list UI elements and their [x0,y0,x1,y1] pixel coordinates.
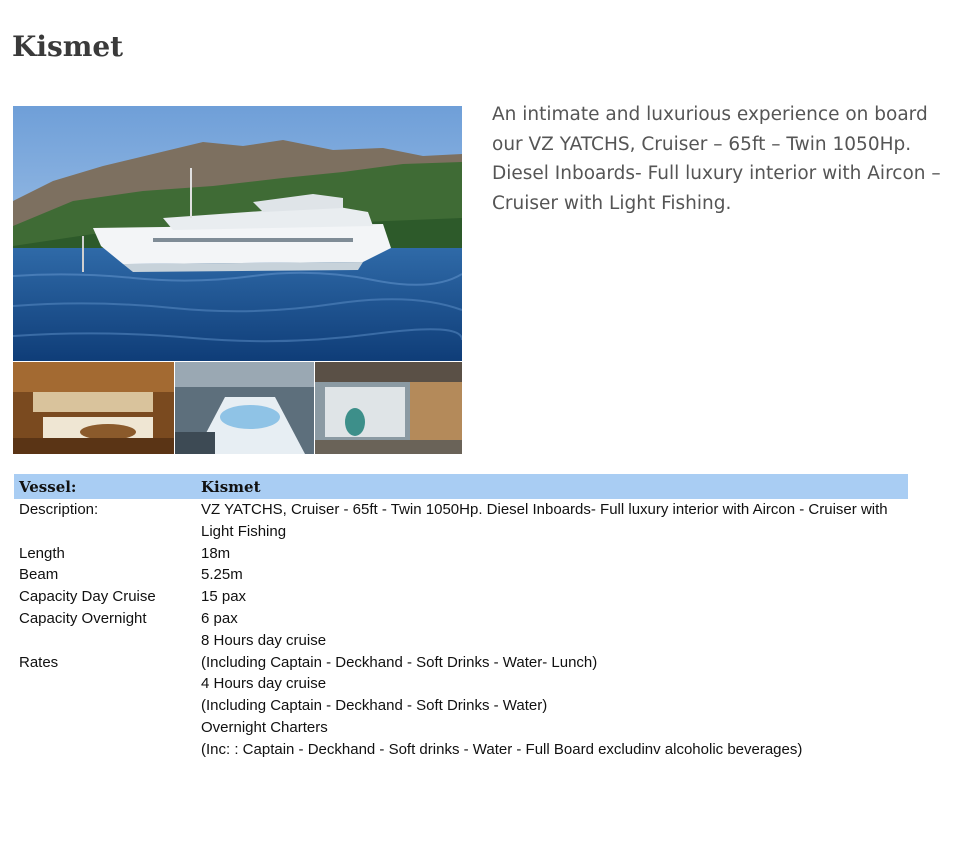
intro-paragraph: An intimate and luxurious experience on … [492,104,941,214]
page-title: Kismet [12,30,124,63]
spec-label: Capacity Overnight [19,609,147,627]
table-row: Capacity Day Cruise 15 pax [14,586,908,608]
vessel-label: Vessel: [14,474,196,499]
spec-value-line: (Including Captain - Deckhand - Soft Dri… [201,653,598,671]
spec-value-line: 4 Hours day cruise [201,675,327,693]
spec-value-line: (Inc: : Captain - Deckhand - Soft drinks… [201,740,803,758]
salon-interior-photo[interactable] [13,362,174,454]
spec-label: Beam [19,566,59,584]
spec-value: 5.25m [196,564,908,586]
table-row: Capacity Overnight 6 pax [14,608,908,630]
spec-value: 15 pax [196,586,908,608]
spec-value: VZ YATCHS, Cruiser - 65ft - Twin 1050Hp.… [196,499,908,543]
aft-deck-photo[interactable] [315,362,462,454]
yacht-photo[interactable] [13,106,462,361]
vessel-name: Kismet [196,474,908,499]
table-row: 8 Hours day cruise [14,630,908,652]
spec-label [14,630,196,652]
spec-value: (Including Captain - Deckhand - Soft Dri… [196,652,908,761]
photo-gallery [13,106,462,454]
table-row: Beam 5.25m [14,564,908,586]
spec-value-line: 8 Hours day cruise [201,631,327,649]
spec-label: Rates [19,653,59,671]
spec-value-line: Overnight Charters [201,718,328,736]
vessel-spec-table: Vessel: Kismet Description: VZ YATCHS, Cr… [14,474,908,761]
spec-value: 8 Hours day cruise [196,630,908,652]
jacuzzi-deck-photo[interactable] [175,362,314,454]
spec-label: Description: [19,501,99,518]
spec-value-line: 5.25m [201,566,243,584]
table-row: Rates (Including Captain - Deckhand - Sof… [14,652,908,761]
table-header-row: Vessel: Kismet [14,474,908,499]
spec-value-line: 6 pax [201,609,238,627]
spec-label: Length [19,544,65,562]
table-row: Description: VZ YATCHS, Cruiser - 65ft - … [14,499,908,543]
spec-value: 6 pax [196,608,908,630]
spec-value-line: VZ YATCHS, Cruiser - 65ft - Twin 1050Hp.… [201,501,888,540]
table-row: Length 18m [14,543,908,565]
spec-value-line: 15 pax [201,588,247,606]
spec-label: Capacity Day Cruise [19,588,156,606]
spec-value-line: (Including Captain - Deckhand - Soft Dri… [201,697,548,715]
spec-value-line: 18m [201,544,231,562]
spec-value: 18m [196,543,908,565]
